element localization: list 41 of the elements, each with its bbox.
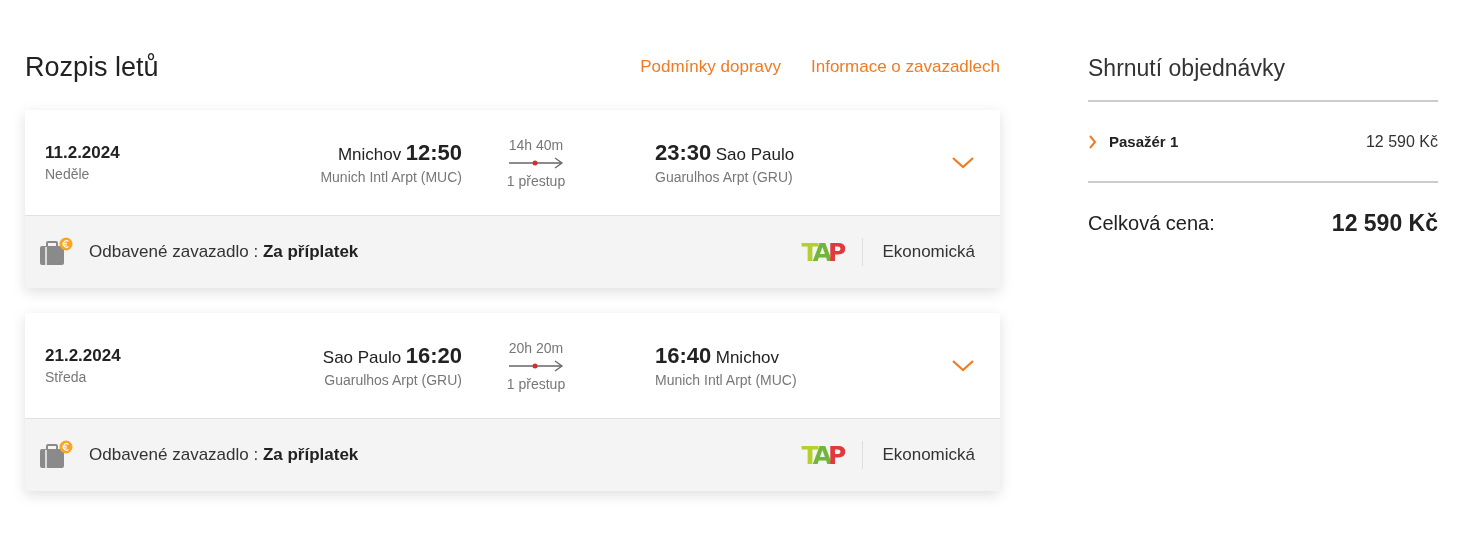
luggage-icon — [38, 237, 74, 267]
page-title: Rozpis letů — [25, 51, 160, 83]
flight-date: 21.2.2024 — [45, 346, 122, 366]
flight-duration: 20h 20m — [508, 339, 564, 356]
passenger-price: 12 590 Kč — [1365, 132, 1438, 151]
total-price: 12 590 Kč — [1331, 209, 1438, 237]
weekday: Neděle — [45, 166, 91, 182]
route-arrow-icon — [508, 156, 564, 169]
departure-time: 16:20 — [405, 343, 462, 368]
summary-title: Shrnutí objednávky — [1088, 55, 1438, 102]
chevron-down-icon[interactable] — [951, 155, 975, 170]
departure-airport: Guarulhos Arpt (GRU) — [323, 372, 462, 388]
cabin-class: Ekonomická — [882, 445, 975, 465]
route-arrow-icon — [508, 359, 564, 372]
total-label: Celková cena: — [1088, 211, 1216, 235]
link[interactable]: Informace o zavazadlech — [811, 57, 1000, 77]
chevron-down-icon[interactable] — [951, 358, 975, 373]
departure-airport: Munich Intl Arpt (MUC) — [319, 169, 462, 185]
airline-logo: TAP — [801, 237, 843, 267]
departure-city: Mnichov — [337, 145, 402, 164]
flight-date: 11.2.2024 — [45, 143, 121, 163]
flight-duration: 14h 40m — [508, 136, 564, 153]
departure-time: 12:50 — [405, 140, 462, 165]
airline-logo: TAP — [801, 440, 843, 470]
baggage-info: Odbavené zavazadlo : Za příplatek — [89, 242, 360, 262]
arrival-city: Sao Paulo — [715, 145, 795, 164]
arrival-airport: Guarulhos Arpt (GRU) — [655, 169, 794, 185]
cabin-class: Ekonomická — [882, 242, 975, 262]
arrival-time: 23:30 — [655, 140, 712, 165]
passenger-label[interactable]: Pasažér 1 — [1109, 133, 1366, 150]
arrival-airport: Munich Intl Arpt (MUC) — [655, 372, 798, 388]
departure-city: Sao Paulo — [322, 348, 402, 367]
chevron-right-icon[interactable] — [1088, 134, 1097, 149]
link[interactable]: Podmínky dopravy — [640, 57, 781, 77]
weekday: Středa — [45, 369, 88, 385]
baggage-info: Odbavené zavazadlo : Za příplatek — [89, 445, 360, 465]
arrival-time: 16:40 — [655, 343, 712, 368]
luggage-icon — [38, 440, 74, 470]
arrival-city: Mnichov — [715, 348, 780, 367]
stops-count: 1 přestup — [506, 375, 566, 392]
stops-count: 1 přestup — [506, 172, 566, 189]
